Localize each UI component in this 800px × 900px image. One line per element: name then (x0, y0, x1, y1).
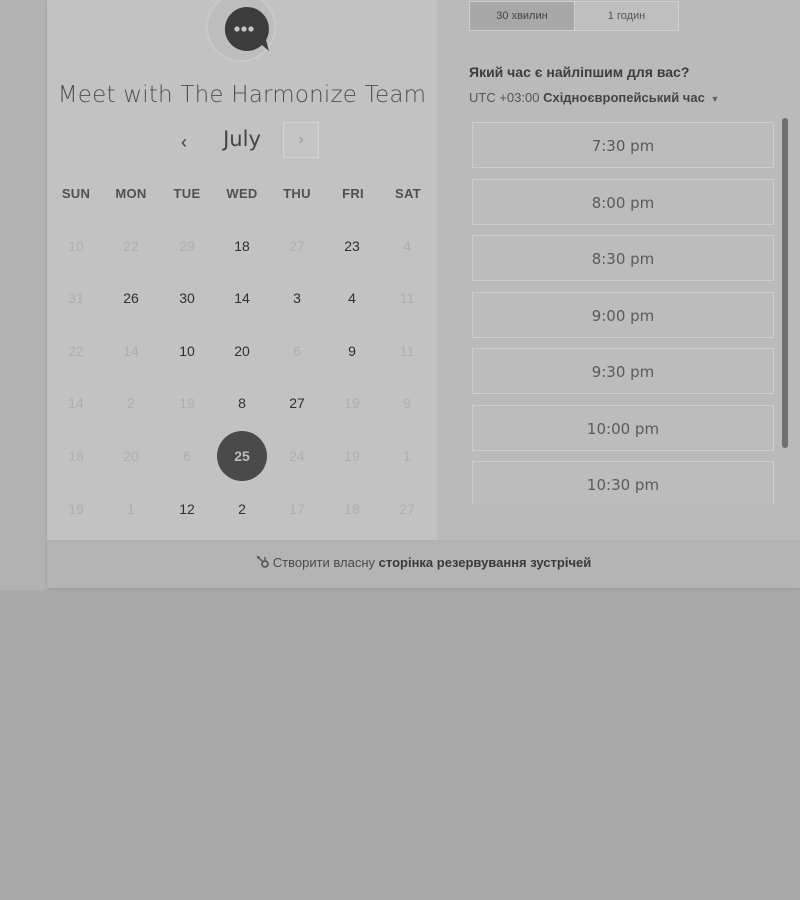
calendar-day: 11 (399, 343, 415, 359)
calendar-day[interactable]: 26 (106, 273, 156, 323)
footer-prefix: Створити власну (272, 555, 376, 570)
month-label: July (223, 127, 261, 151)
calendar-day[interactable]: 10 (162, 326, 212, 376)
calendar-day: 2 (127, 395, 135, 411)
calendar-day[interactable]: 3 (272, 273, 322, 323)
calendar-day[interactable]: 27 (272, 378, 322, 428)
weekday-tue: TUE (173, 186, 201, 201)
calendar-day[interactable]: 18 (217, 221, 267, 271)
calendar-day[interactable]: 12 (162, 484, 212, 534)
time-slot[interactable]: 10:00 pm (472, 404, 774, 451)
calendar-day[interactable]: 8 (217, 378, 267, 428)
calendar-day: 22 (68, 343, 84, 359)
weekday-mon: MON (115, 186, 147, 201)
timezone-name: Східноєвропейський час (543, 90, 705, 105)
calendar-day: 14 (123, 343, 139, 359)
time-slot[interactable]: 10:30 pm (472, 461, 774, 504)
calendar-day[interactable]: 23 (327, 221, 377, 271)
calendar-day[interactable]: 30 (162, 273, 212, 323)
timezone-selector[interactable]: UTC +03:00 Східноєвропейський час ▼ (469, 90, 719, 105)
weekday-sat: SAT (395, 186, 421, 201)
calendar-day[interactable]: 20 (217, 326, 267, 376)
weekday-thu: THU (283, 186, 311, 201)
time-question: Який час є найліпшим для вас? (469, 64, 690, 80)
calendar-day[interactable]: 14 (217, 273, 267, 323)
calendar-day: 29 (179, 238, 195, 254)
next-month-button[interactable]: › (283, 122, 319, 158)
timezone-offset: UTC +03:00 (469, 90, 540, 105)
weekday-wed: WED (226, 186, 258, 201)
calendar-day: 4 (403, 238, 411, 254)
calendar-day: 22 (123, 238, 139, 254)
calendar-day: 14 (68, 395, 84, 411)
time-slot[interactable]: 8:30 pm (472, 235, 774, 281)
calendar-day: 18 (68, 448, 84, 464)
calendar-day: 6 (183, 448, 191, 464)
hubspot-sprocket-icon (256, 555, 269, 568)
time-slot-list: 7:30 pm 8:00 pm 8:30 pm 9:00 pm 9:30 pm … (472, 122, 774, 504)
weekday-sun: SUN (61, 186, 91, 201)
calendar-day: 17 (289, 501, 305, 517)
calendar-day: 19 (344, 395, 360, 411)
time-slot[interactable]: 9:00 pm (472, 291, 774, 338)
calendar-day: 1 (127, 501, 135, 517)
calendar-day: 31 (68, 290, 84, 306)
calendar-day: 20 (123, 448, 139, 464)
calendar-day: 10 (68, 238, 84, 254)
calendar-day: 19 (344, 448, 360, 464)
calendar-day[interactable]: 9 (327, 326, 377, 376)
calendar-day: 19 (179, 395, 195, 411)
time-list-scrollbar[interactable] (782, 118, 788, 448)
chat-bubble-icon (224, 6, 269, 52)
selected-day[interactable]: 25 (217, 431, 267, 481)
calendar-day: 24 (289, 448, 305, 464)
calendar-day[interactable]: 2 (217, 484, 267, 534)
duration-30-button[interactable]: 30 хвилин (469, 1, 575, 31)
calendar-day: 18 (344, 501, 360, 517)
calendar-day[interactable]: 4 (327, 273, 377, 323)
footer-link[interactable]: сторінка резервування зустрічей (379, 555, 592, 570)
calendar-day: 6 (293, 343, 301, 359)
calendar-day: 9 (403, 395, 411, 411)
time-slot[interactable]: 9:30 pm (472, 348, 774, 394)
caret-down-icon: ▼ (710, 94, 720, 104)
calendar-day: 1 (403, 448, 411, 464)
page-title: Meet with The Harmonize Team (57, 82, 427, 108)
calendar-day: 11 (399, 290, 415, 306)
duration-60-button[interactable]: 1 годин (574, 1, 679, 31)
weekday-fri: FRI (342, 186, 364, 201)
time-slot[interactable]: 8:00 pm (472, 178, 774, 225)
prev-month-button[interactable]: ‹ (170, 128, 198, 156)
calendar-day: 27 (399, 501, 415, 517)
footer: Створити власну сторінка резервування зу… (47, 541, 800, 588)
calendar-day: 19 (68, 501, 84, 517)
calendar-day: 27 (289, 238, 305, 254)
time-slot[interactable]: 7:30 pm (472, 122, 774, 168)
